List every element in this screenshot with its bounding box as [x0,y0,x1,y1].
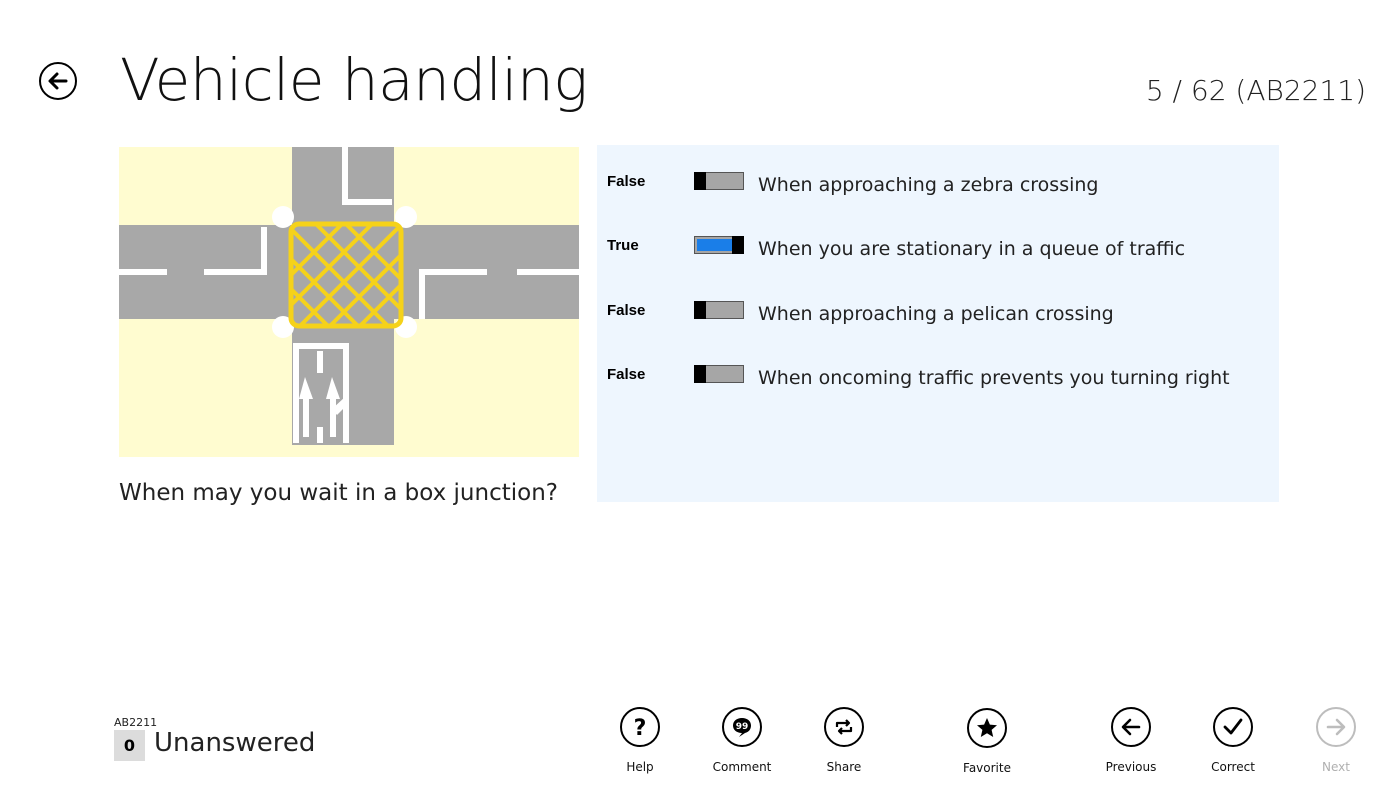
answer-toggle[interactable] [694,172,744,190]
answer-option[interactable]: False When approaching a pelican crossin… [597,297,1279,337]
box-junction-image [119,147,579,457]
help-label: Help [626,760,654,774]
star-icon [967,708,1007,748]
comment-icon: 99 [722,707,762,747]
next-button[interactable]: Next [1296,707,1376,774]
answer-option[interactable]: False When oncoming traffic prevents you… [597,361,1279,401]
correct-label: Correct [1211,760,1255,774]
answer-state-label: True [607,237,639,254]
previous-button[interactable]: Previous [1091,707,1171,774]
correct-button[interactable]: Correct [1193,707,1273,774]
answer-option[interactable]: True When you are stationary in a queue … [597,232,1279,272]
svg-text:99: 99 [736,722,749,732]
previous-arrow-icon [1111,707,1151,747]
answer-toggle[interactable] [694,365,744,383]
question-text: When may you wait in a box junction? [119,480,558,506]
back-button[interactable] [39,62,77,100]
answer-text: When oncoming traffic prevents you turni… [758,367,1230,389]
share-button[interactable]: Share [804,707,884,774]
answer-state-label: False [607,366,646,383]
answer-text: When approaching a pelican crossing [758,303,1114,325]
svg-text:?: ? [634,716,647,739]
question-code: AB2211 [114,716,158,729]
favorite-button[interactable]: Favorite [947,708,1027,775]
answer-text: When you are stationary in a queue of tr… [758,238,1186,260]
share-icon [824,707,864,747]
favorite-label: Favorite [963,761,1011,775]
answer-state-label: False [607,173,646,190]
back-arrow-icon [48,72,68,90]
answer-toggle[interactable] [694,236,744,254]
status-label: Unanswered [154,728,316,758]
share-label: Share [826,760,862,774]
comment-button[interactable]: 99 Comment [702,707,782,774]
help-button[interactable]: ? Help [600,707,680,774]
answers-panel: False When approaching a zebra crossing … [597,145,1279,502]
help-icon: ? [620,707,660,747]
answer-option[interactable]: False When approaching a zebra crossing [597,168,1279,208]
question-counter: 5 / 62 (AB2211) [1145,74,1366,107]
answer-count-badge: 0 [114,730,145,761]
answer-text: When approaching a zebra crossing [758,174,1099,196]
previous-label: Previous [1105,760,1157,774]
page-title: Vehicle handling [120,46,588,114]
answer-state-label: False [607,302,646,319]
answer-status: AB2211 0 Unanswered [114,716,315,761]
checkmark-icon [1213,707,1253,747]
next-arrow-icon [1316,707,1356,747]
next-label: Next [1322,760,1350,774]
comment-label: Comment [712,760,772,774]
answer-toggle[interactable] [694,301,744,319]
